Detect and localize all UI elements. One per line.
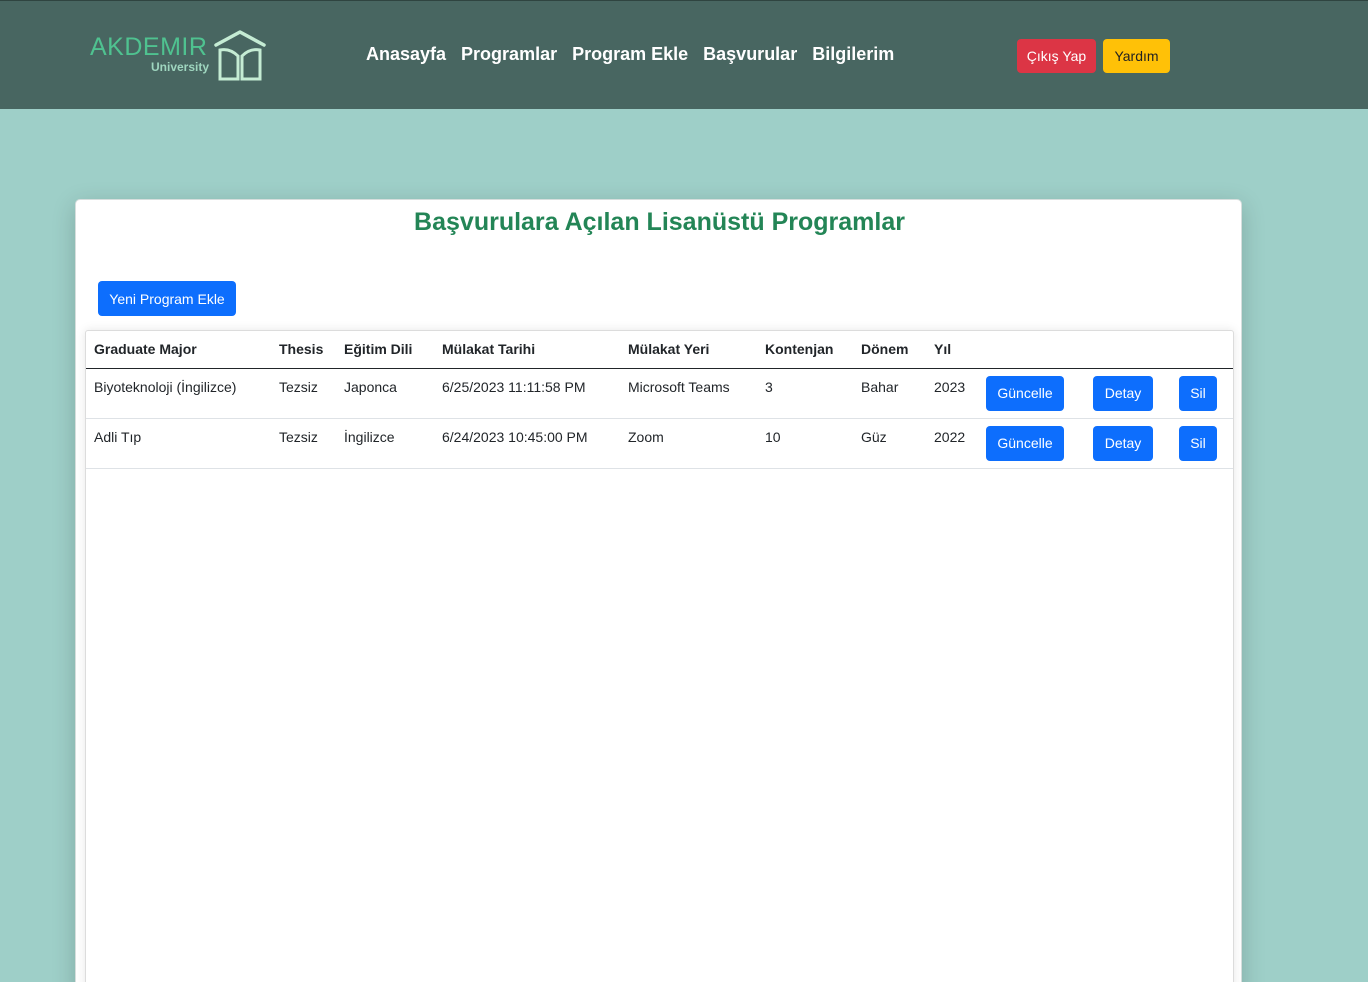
cell-date: 6/24/2023 10:45:00 PM: [434, 418, 620, 469]
delete-button[interactable]: Sil: [1179, 425, 1217, 461]
col-interview-date: Mülakat Tarihi: [434, 331, 620, 369]
delete-button[interactable]: Sil: [1179, 375, 1217, 411]
cell-update: Güncelle: [978, 418, 1085, 469]
col-quota: Kontenjan: [757, 331, 853, 369]
cell-quota: 3: [757, 368, 853, 419]
table-header-row: Graduate Major Thesis Eğitim Dili Mülaka…: [86, 331, 1233, 369]
col-graduate-major: Graduate Major: [86, 331, 271, 369]
cell-delete: Sil: [1171, 368, 1233, 419]
cell-language: İngilizce: [336, 418, 434, 469]
main-nav: Anasayfa Programlar Program Ekle Başvuru…: [366, 44, 894, 65]
navbar: AKDEMIR University Anasayfa Programlar P…: [0, 0, 1368, 109]
cell-quota: 10: [757, 418, 853, 469]
help-button[interactable]: Yardım: [1103, 39, 1170, 73]
col-action-detail: [1085, 331, 1171, 369]
cell-major: Biyoteknoloji (İngilizce): [86, 368, 271, 419]
cell-year: 2023: [926, 368, 978, 419]
nav-programs[interactable]: Programlar: [461, 44, 557, 65]
cell-detail: Detay: [1085, 418, 1171, 469]
cell-thesis: Tezsiz: [271, 368, 336, 419]
logo-text: AKDEMIR: [90, 33, 208, 61]
detail-button[interactable]: Detay: [1093, 425, 1153, 461]
table-row: Biyoteknoloji (İngilizce) Tezsiz Japonca…: [86, 368, 1233, 419]
col-action-delete: [1171, 331, 1233, 369]
detail-button[interactable]: Detay: [1093, 375, 1153, 411]
cell-delete: Sil: [1171, 418, 1233, 469]
table-row: Adli Tıp Tezsiz İngilizce 6/24/2023 10:4…: [86, 418, 1233, 469]
cell-update: Güncelle: [978, 368, 1085, 419]
add-program-button[interactable]: Yeni Program Ekle: [98, 281, 236, 316]
col-thesis: Thesis: [271, 331, 336, 369]
cell-term: Güz: [853, 418, 926, 469]
col-language: Eğitim Dili: [336, 331, 434, 369]
cell-language: Japonca: [336, 368, 434, 419]
programs-table: Graduate Major Thesis Eğitim Dili Mülaka…: [86, 331, 1233, 469]
logo-subtext: University: [151, 60, 210, 74]
cell-place: Microsoft Teams: [620, 368, 757, 419]
cell-year: 2022: [926, 418, 978, 469]
programs-table-container: Graduate Major Thesis Eğitim Dili Mülaka…: [85, 330, 1234, 982]
cell-place: Zoom: [620, 418, 757, 469]
cell-term: Bahar: [853, 368, 926, 419]
logo[interactable]: AKDEMIR University: [90, 29, 270, 85]
col-term: Dönem: [853, 331, 926, 369]
book-icon: [214, 30, 266, 81]
col-interview-place: Mülakat Yeri: [620, 331, 757, 369]
nav-home[interactable]: Anasayfa: [366, 44, 446, 65]
programs-card: Başvurulara Açılan Lisanüstü Programlar …: [75, 199, 1242, 982]
col-action-update: [978, 331, 1085, 369]
cell-thesis: Tezsiz: [271, 418, 336, 469]
nav-my-info[interactable]: Bilgilerim: [812, 44, 894, 65]
logout-button[interactable]: Çıkış Yap: [1017, 39, 1096, 73]
nav-add-program[interactable]: Program Ekle: [572, 44, 688, 65]
cell-detail: Detay: [1085, 368, 1171, 419]
cell-date: 6/25/2023 11:11:58 PM: [434, 368, 620, 419]
cell-major: Adli Tıp: [86, 418, 271, 469]
update-button[interactable]: Güncelle: [986, 425, 1064, 461]
update-button[interactable]: Güncelle: [986, 375, 1064, 411]
nav-applications[interactable]: Başvurular: [703, 44, 797, 65]
col-year: Yıl: [926, 331, 978, 369]
page-title: Başvurulara Açılan Lisanüstü Programlar: [414, 208, 905, 236]
